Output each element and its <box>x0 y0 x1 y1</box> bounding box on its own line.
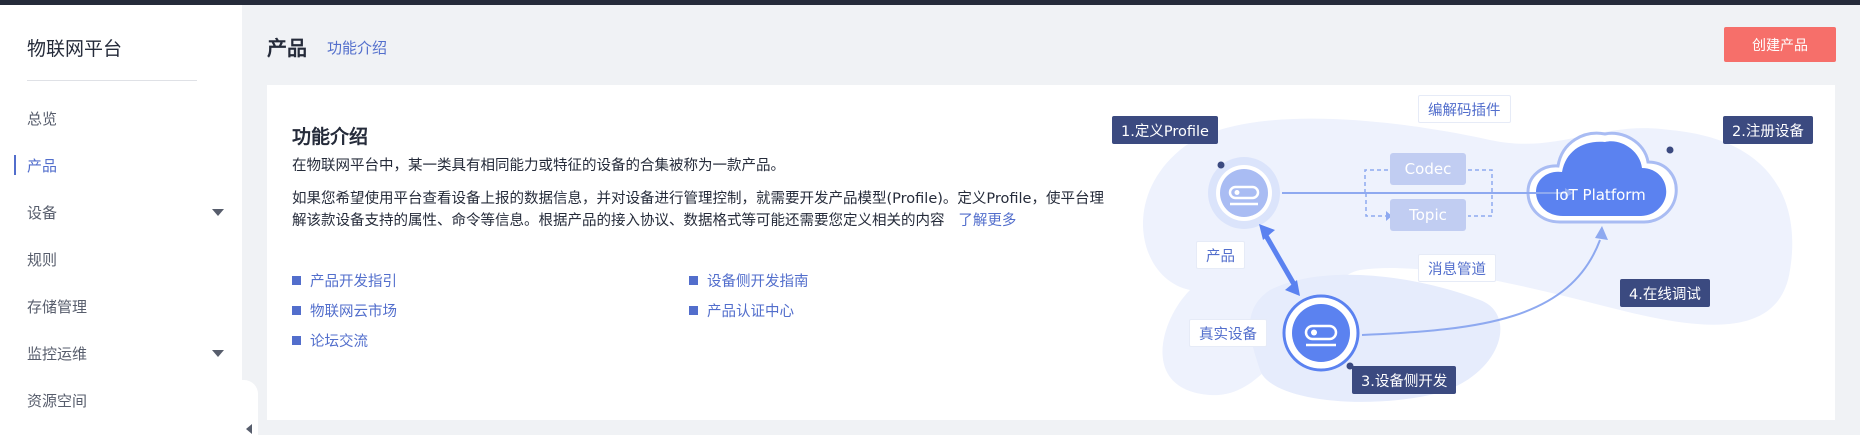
link-product-dev-guide[interactable]: 产品开发指引 <box>292 269 689 291</box>
sidebar-item-label: 监控运维 <box>27 344 88 363</box>
topic-chip: Topic <box>1390 199 1466 231</box>
link-label: 产品认证中心 <box>707 303 794 320</box>
step2-label: 2.注册设备 <box>1723 116 1813 144</box>
real-device-label: 真实设备 <box>1189 319 1267 347</box>
real-device-node-icon <box>1282 294 1360 372</box>
link-label: 物联网云市场 <box>310 303 397 320</box>
sidebar-item-label: 产品 <box>27 156 58 175</box>
link-device-dev-guide[interactable]: 设备侧开发指南 <box>689 269 989 291</box>
product-label: 产品 <box>1196 241 1245 269</box>
bullet-icon <box>689 305 698 315</box>
top-bar <box>0 0 1860 5</box>
sidebar-item-devices[interactable]: 设备 <box>0 192 242 232</box>
connector-dot <box>1217 161 1225 169</box>
create-product-button[interactable]: 创建产品 <box>1724 27 1836 62</box>
collapse-left-icon[interactable] <box>246 424 252 434</box>
sidebar-item-label: 设备 <box>27 203 58 222</box>
bullet-icon <box>292 335 301 345</box>
step3-label: 3.设备侧开发 <box>1352 366 1457 394</box>
intro-title: 功能介绍 <box>292 126 369 148</box>
caret-down-icon <box>212 350 224 357</box>
link-certification-center[interactable]: 产品认证中心 <box>689 299 989 321</box>
iot-platform-label: IoT Platform <box>1555 186 1646 204</box>
sidebar-item-label: 总览 <box>27 109 58 128</box>
sidebar-item-storage[interactable]: 存储管理 <box>0 286 242 326</box>
sidebar-title: 物联网平台 <box>27 38 123 60</box>
sidebar-item-rules[interactable]: 规则 <box>0 239 242 279</box>
link-forum[interactable]: 论坛交流 <box>292 329 689 351</box>
sidebar: 物联网平台 总览 产品 设备 规则 存储管理 监控运维 资源空间 <box>0 5 242 435</box>
sidebar-item-label: 存储管理 <box>27 297 88 316</box>
link-label: 设备侧开发指南 <box>707 273 809 290</box>
page-title: 产品 <box>267 36 307 60</box>
link-label: 产品开发指引 <box>310 273 397 290</box>
product-node-icon <box>1208 157 1280 229</box>
feature-intro-link[interactable]: 功能介绍 <box>327 37 387 58</box>
caret-down-icon <box>212 209 224 216</box>
connector-dot <box>1666 146 1674 154</box>
sidebar-item-label: 资源空间 <box>27 391 88 410</box>
codec-plugin-label: 编解码插件 <box>1418 95 1511 123</box>
bullet-icon <box>292 305 301 315</box>
sidebar-item-monitoring[interactable]: 监控运维 <box>0 333 242 373</box>
learn-more-link[interactable]: 了解更多 <box>958 213 1016 229</box>
intro-paragraph-detail: 如果您希望使用平台查看设备上报的数据信息，并对设备进行管理控制，就需要开发产品模… <box>292 188 1110 232</box>
msg-pipe-label: 消息管道 <box>1418 254 1496 282</box>
bullet-icon <box>689 275 698 285</box>
step1-label: 1.定义Profile <box>1112 116 1218 144</box>
bullet-icon <box>292 275 301 285</box>
intro-paragraph: 在物联网平台中，某一类具有相同能力或特征的设备的合集被称为一款产品。 <box>292 158 785 174</box>
workflow-diagram: 1.定义Profile 2.注册设备 3.设备侧开发 4.在线调试 编解码插件 … <box>1100 95 1820 410</box>
sidebar-divider <box>27 80 197 81</box>
codec-chip: Codec <box>1390 153 1466 185</box>
link-list: 产品开发指引 设备侧开发指南 物联网云市场 产品认证中心 论坛交流 <box>292 269 852 351</box>
sidebar-item-overview[interactable]: 总览 <box>0 98 242 138</box>
sidebar-item-label: 规则 <box>27 250 58 269</box>
step4-label: 4.在线调试 <box>1620 279 1710 307</box>
sidebar-item-products[interactable]: 产品 <box>0 145 242 185</box>
link-iot-marketplace[interactable]: 物联网云市场 <box>292 299 689 321</box>
link-label: 论坛交流 <box>310 333 368 350</box>
